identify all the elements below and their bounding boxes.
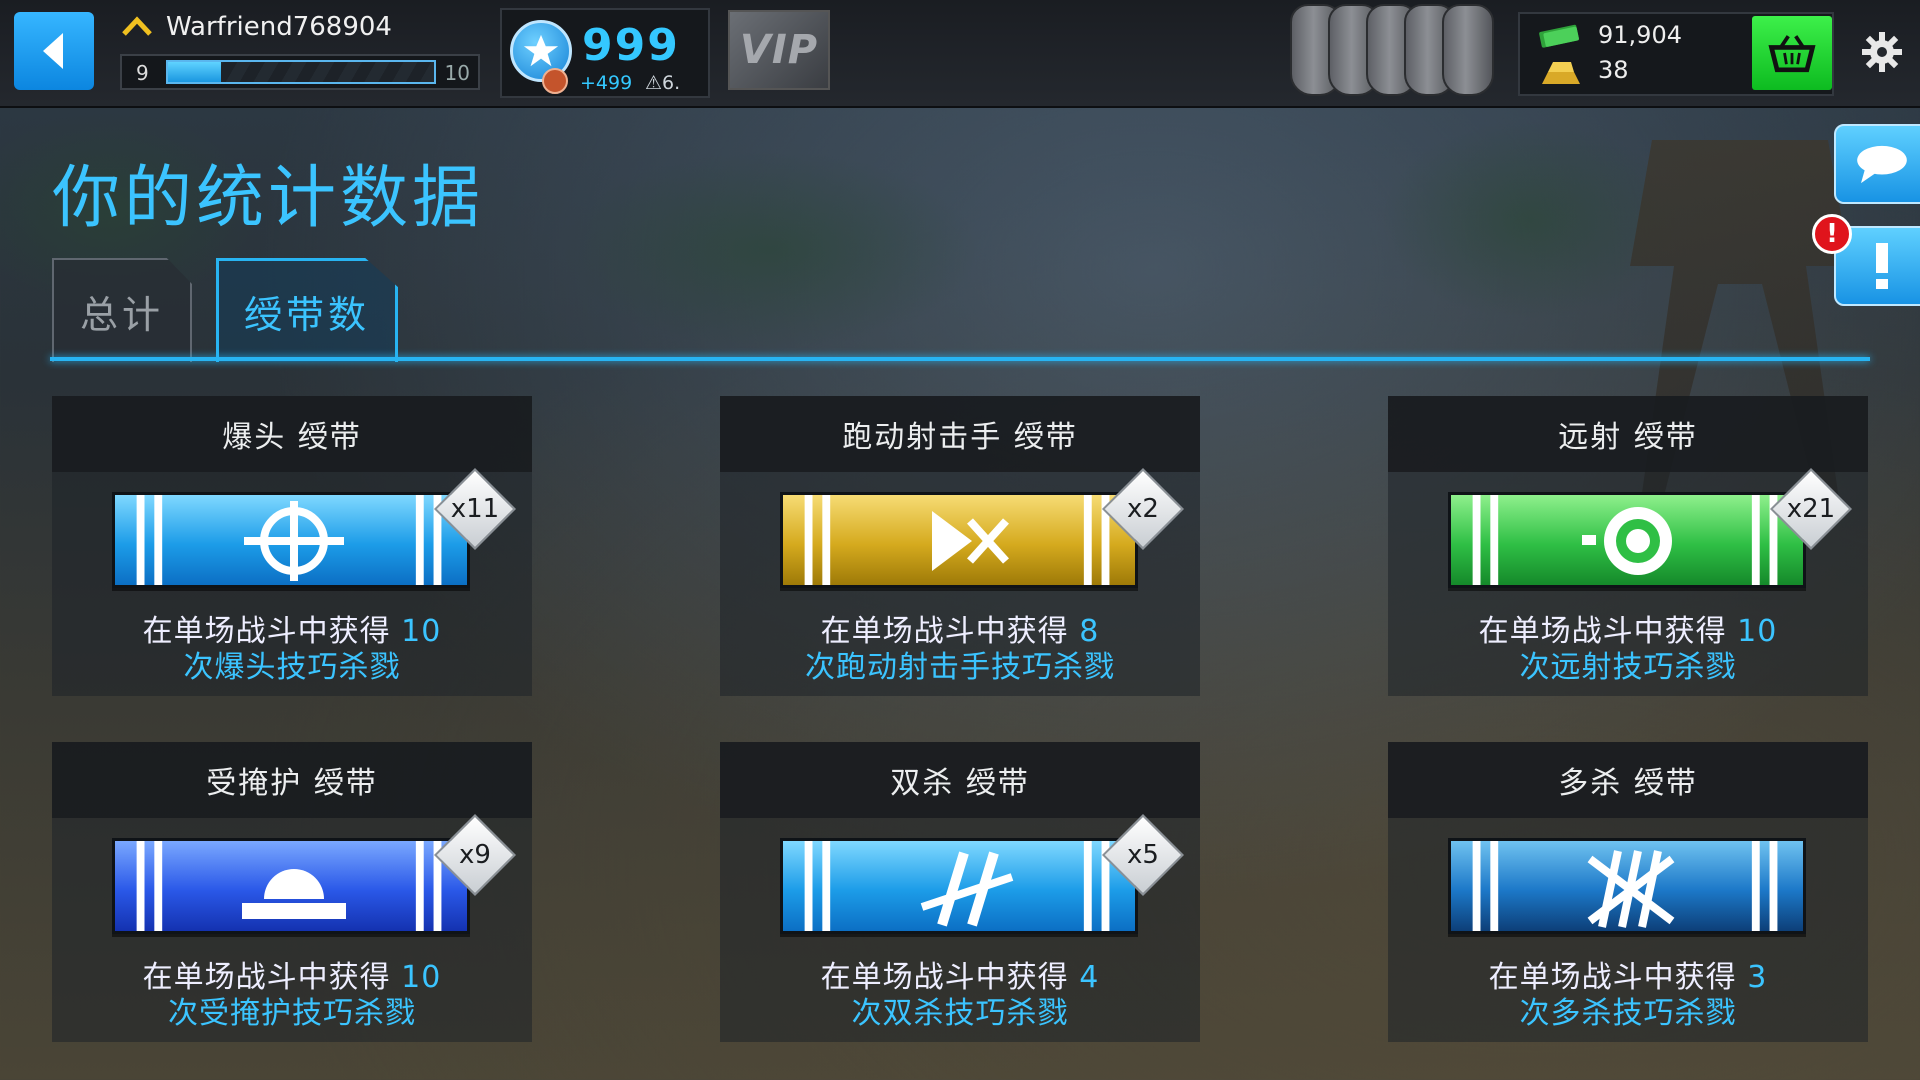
arrow-left-icon: [43, 33, 63, 69]
xp-bar: 9 10: [120, 54, 480, 90]
level-next: 10: [444, 61, 470, 85]
ribbon-count: x5: [1127, 840, 1159, 870]
multi-kill-icon: [1587, 850, 1675, 928]
crosshair-icon: [244, 501, 344, 581]
rank-chevron-icon: [122, 16, 152, 36]
ribbon-card[interactable]: 远射 绶带 x21 在单场战斗中获得 10 次远射技巧杀戮: [1388, 396, 1868, 696]
settings-gear-icon[interactable]: [1860, 30, 1904, 74]
ribbon-title: 多杀 绶带: [1388, 742, 1868, 818]
cash-icon: [1539, 24, 1579, 48]
chat-bubble-icon: [1857, 145, 1907, 184]
ribbon-title: 跑动射击手 绶带: [720, 396, 1200, 472]
cash-value: 91,904: [1598, 21, 1682, 49]
ribbon-count: x11: [450, 494, 500, 524]
shop-button[interactable]: [1752, 16, 1832, 90]
rank-points-value: 999: [582, 20, 680, 71]
tab-underline: [50, 357, 1870, 361]
requirement-kill-type: 次多杀技巧杀戮: [1519, 996, 1737, 1031]
ribbon-title: 双杀 绶带: [720, 742, 1200, 818]
requirement-kill-type: 次双杀技巧杀戮: [851, 996, 1069, 1031]
xp-track: [166, 60, 436, 84]
ribbon-card[interactable]: 爆头 绶带 x11 在单场战斗中获得 10 次爆头技巧杀戮: [52, 396, 532, 696]
ribbon-card[interactable]: 受掩护 绶带 x9 在单场战斗中获得 10 次受掩护技巧杀戮: [52, 742, 532, 1042]
player-username: Warfriend768904: [166, 12, 392, 42]
ribbon-bar: [112, 492, 470, 588]
vip-label: VIP: [739, 27, 819, 73]
ribbon-card[interactable]: 跑动射击手 绶带 x2 在单场战斗中获得 8 次跑动射击手技巧杀戮: [720, 396, 1200, 696]
gold-bars-icon: [1542, 62, 1580, 84]
ribbon-bar: [780, 492, 1138, 588]
ribbon-bar: [1448, 492, 1806, 588]
exclamation-icon: [1876, 243, 1888, 289]
ribbon-card[interactable]: 多杀 绶带 在单场战斗中获得 3 次多杀技巧杀戮: [1388, 742, 1868, 1042]
ribbon-count: x21: [1786, 494, 1836, 524]
double-kill-icon: [920, 851, 1014, 927]
gold-value: 38: [1598, 56, 1629, 84]
chat-button[interactable]: [1834, 124, 1920, 204]
run-and-gun-icon: [932, 511, 1009, 571]
rank-points-gain: +499: [580, 72, 633, 94]
level-current: 9: [136, 61, 149, 85]
dog-tag-icon: [1442, 4, 1494, 96]
requirement-kill-type: 次受掩护技巧杀戮: [168, 996, 416, 1031]
requirement-kill-type: 次远射技巧杀戮: [1519, 650, 1737, 685]
ribbon-title: 爆头 绶带: [52, 396, 532, 472]
target-icon: [1582, 507, 1672, 575]
xp-fill: [168, 62, 222, 82]
page-title: 你的统计数据: [52, 159, 485, 238]
ribbon-title: 远射 绶带: [1388, 396, 1868, 472]
top-bar: Warfriend768904 9 10 999 +499 ⚠6. VIP 91…: [0, 0, 1920, 108]
requirement-kill-type: 次爆头技巧杀戮: [183, 650, 401, 685]
vip-button[interactable]: VIP: [728, 10, 830, 90]
ribbon-card[interactable]: 双杀 绶带 x5 在单场战斗中获得 4 次双杀技巧杀戮: [720, 742, 1200, 1042]
ribbon-count: x2: [1127, 494, 1159, 524]
ribbon-bar: [780, 838, 1138, 934]
helmet-cover-icon: [242, 869, 346, 919]
requirement-kill-type: 次跑动射击手技巧杀戮: [805, 650, 1115, 685]
back-button[interactable]: [14, 12, 94, 90]
rank-points-panel[interactable]: 999 +499 ⚠6.: [500, 8, 710, 98]
rank-position: ⚠6.: [645, 72, 681, 94]
ribbon-count: x9: [459, 840, 491, 870]
tab-ribbons[interactable]: 绶带数: [216, 258, 398, 362]
dog-tags-energy[interactable]: [1290, 4, 1500, 100]
ribbon-title: 受掩护 绶带: [52, 742, 532, 818]
alert-badge-icon: !: [1812, 214, 1852, 254]
basket-icon: [1768, 35, 1816, 73]
ribbon-bar: [1448, 838, 1806, 934]
ribbon-bar: [112, 838, 470, 934]
medal-icon: [542, 68, 568, 94]
tab-total[interactable]: 总计: [52, 258, 192, 362]
